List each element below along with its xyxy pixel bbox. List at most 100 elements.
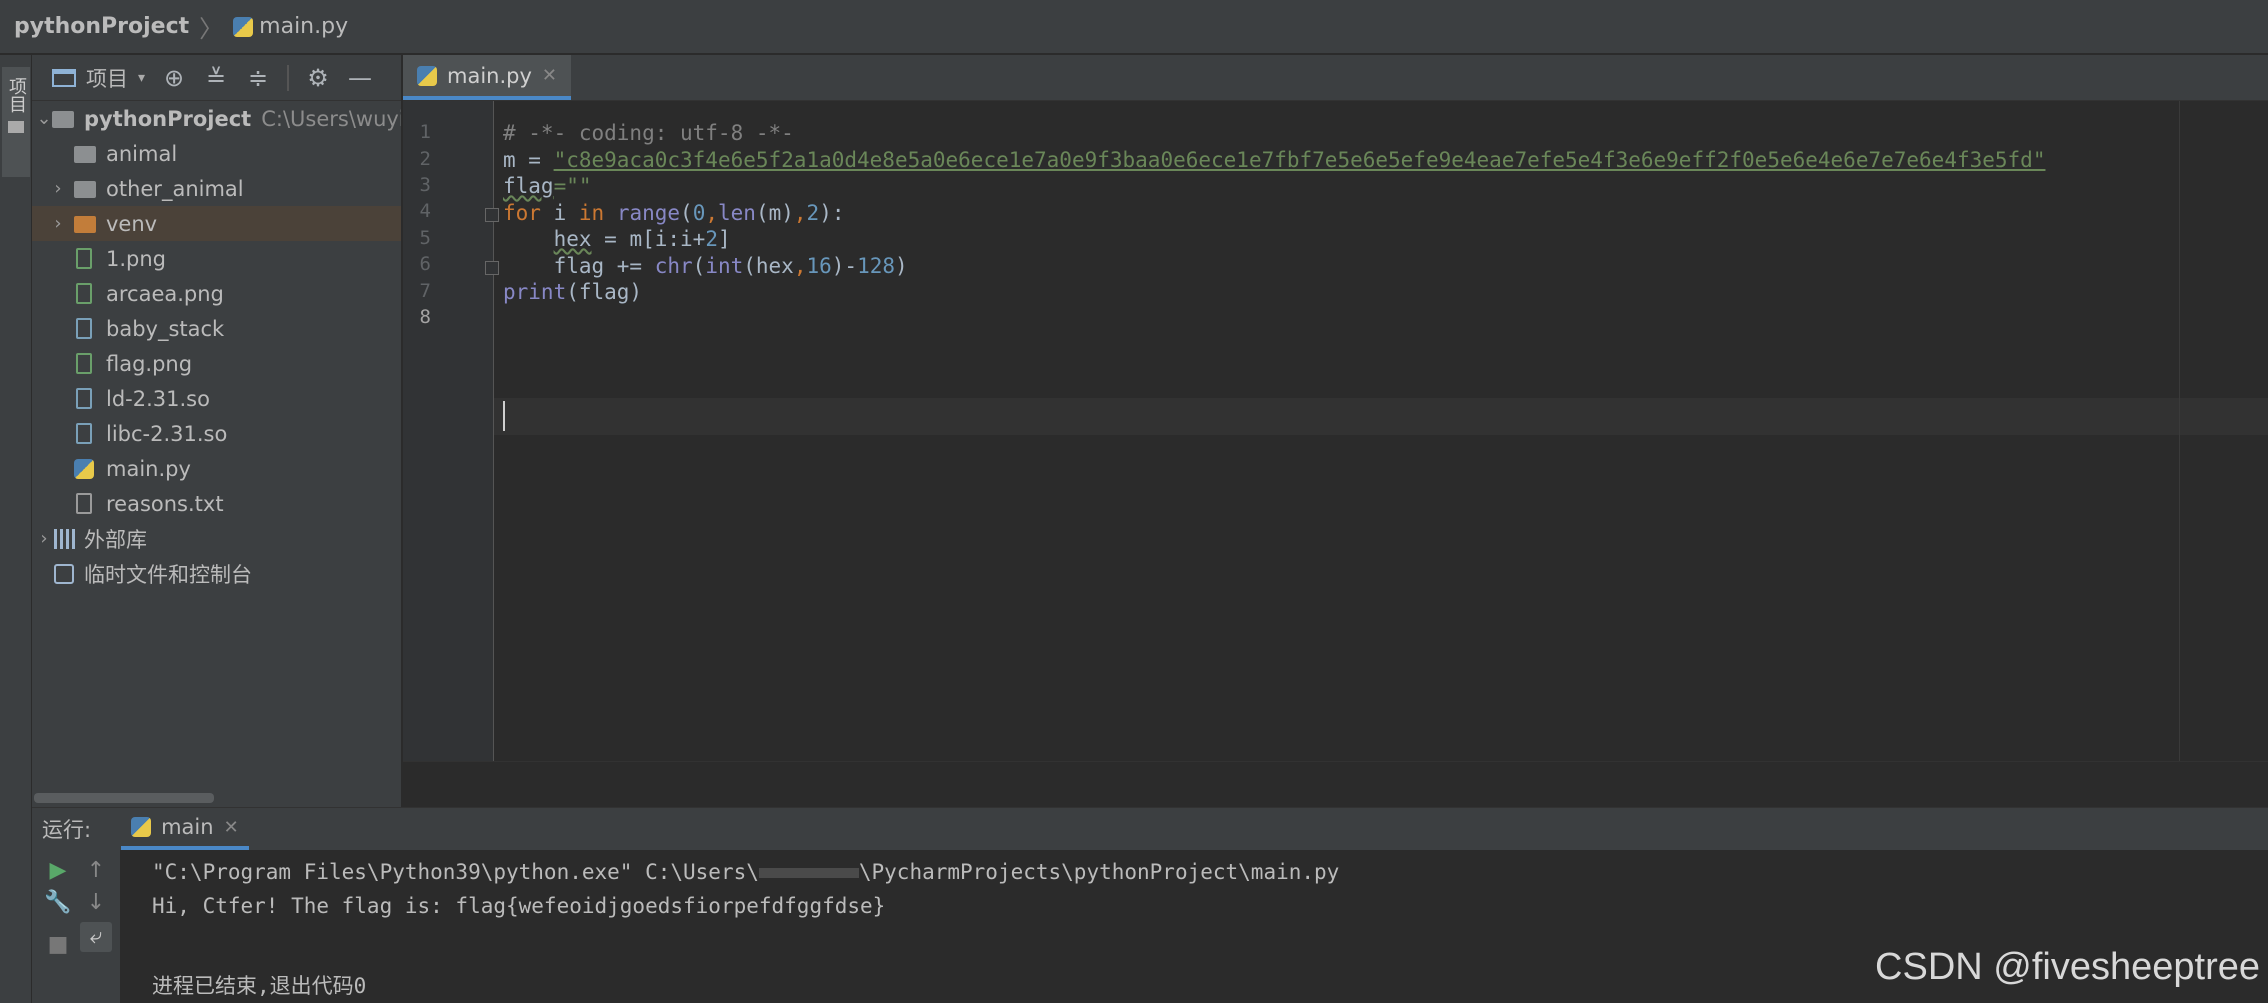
line-number: 4 [419,200,431,222]
tree-item-flag-png[interactable]: flag.png [32,346,401,381]
tree-item-reasons-txt[interactable]: reasons.txt [32,486,401,521]
code-keyword: in [578,201,605,225]
tree-item-label: libc-2.31.so [106,421,228,446]
breadcrumb-project[interactable]: pythonProject [14,14,189,39]
python-icon [131,817,152,837]
project-tool-tab[interactable]: 项目 [2,67,30,177]
locate-file-icon[interactable]: ⊕ [161,64,187,92]
tree-item-main-py[interactable]: main.py [32,451,401,486]
code-text: (m) [755,201,794,225]
code-builtin: print [503,280,567,304]
soft-wrap-icon[interactable]: ⤶ [80,922,112,952]
tree-item-pythonproject[interactable]: ⌄ pythonProject C:\Users\wuyi [32,101,402,136]
chevron-right-icon[interactable]: › [48,178,68,199]
tree-item-external-libraries[interactable]: › 外部库 [32,521,401,556]
code-number: 128 [857,254,896,278]
toolbar-divider [287,64,290,91]
tree-item-1-png[interactable]: 1.png [32,241,401,276]
tree-item-arcaea-png[interactable]: arcaea.png [32,276,401,311]
unknown-file-icon [76,388,92,409]
dropdown-arrow-icon: ▾ [138,69,146,86]
collapse-all-icon[interactable]: ≑ [245,64,271,92]
python-file-icon [417,65,437,86]
line-number-gutter: 1 2 3 4 5 6 7 8 [403,101,493,807]
code-comma: , [793,254,807,278]
fold-marker-icon[interactable] [485,261,499,275]
run-header: 运行: main ✕ [32,808,2268,850]
code-builtin: range [616,201,681,225]
code-text: ( [680,201,693,225]
image-file-icon [76,353,92,374]
console-text: \PycharmProjects\pythonProject\main.py [858,860,1340,884]
tree-item-label: reasons.txt [106,491,224,516]
wrench-icon[interactable]: 🔧 [42,888,74,918]
code-line-6[interactable]: flag += chr(int(hex,16)-128) [503,254,908,278]
breadcrumb-file-label: main.py [259,14,349,39]
code-builtin: int [705,254,744,278]
tree-item-label: venv [106,211,158,236]
line-number-current: 8 [419,306,431,328]
watermark: CSDN @fivesheeptree [1875,946,2260,988]
rerun-icon[interactable]: ▶ [42,856,74,886]
expand-all-icon[interactable]: ≚ [203,64,229,92]
line-number: 2 [419,148,431,170]
run-tab-main[interactable]: main ✕ [121,808,249,850]
run-panel: 运行: main ✕ ▶ ↑ 🔧 ↓ ■ ⤶ "C:\Program Files… [32,807,2268,1003]
code-text: = m[i:i+ [591,227,706,251]
project-tool-tab-label: 项目 [6,77,27,113]
tree-item-libc-so[interactable]: libc-2.31.so [32,416,401,451]
code-string: "c8e9aca0c3f4e6e5f2a1a0d4e8e5a0e6ece1e7a… [553,148,2046,172]
tree-item-venv[interactable]: › venv [32,206,401,241]
project-tree: ⌄ pythonProject C:\Users\wuyi animal › ot… [32,101,402,591]
code-line-4[interactable]: for i in range(0,len(m),2): [503,201,845,225]
hide-panel-icon[interactable]: — [347,64,373,92]
chevron-right-icon[interactable]: › [34,528,54,549]
console-command-line: "C:\Program Files\Python39\python.exe" C… [152,860,1339,884]
tree-item-baby-stack[interactable]: baby_stack [32,311,401,346]
code-number: 2 [806,201,820,225]
line-number: 7 [419,280,431,302]
code-line-7[interactable]: print(flag) [503,280,642,304]
tree-item-scratches[interactable]: 临时文件和控制台 [32,556,401,591]
gear-icon[interactable]: ⚙ [305,64,331,92]
folder-icon [74,181,96,198]
code-identifier: flag [503,174,554,198]
close-icon[interactable]: ✕ [224,817,239,838]
library-icon [54,528,76,549]
python-file-icon [233,16,254,37]
code-line-2[interactable]: m = "c8e9aca0c3f4e6e5f2a1a0d4e8e5a0e6ece… [503,148,2045,172]
chevron-down-icon[interactable]: ⌄ [34,108,54,129]
line-number: 6 [419,253,431,275]
project-view-selector[interactable]: 项目 ▾ [52,63,145,93]
stop-icon[interactable]: ■ [42,930,74,960]
code-comment: # -*- coding: utf-8 -*- [503,121,794,145]
code-identifier: hex [553,227,592,251]
scroll-down-icon[interactable]: ↓ [80,888,112,918]
code-number: 0 [692,201,706,225]
folder-icon [52,111,74,128]
chevron-right-icon[interactable]: › [48,213,68,234]
python-file-icon [74,458,94,479]
tree-item-other-animal[interactable]: › other_animal [32,171,401,206]
code-line-1[interactable]: # -*- coding: utf-8 -*- [503,121,794,145]
right-margin-guide [2179,101,2180,761]
editor-bottom-strip [403,761,2268,807]
code-line-5[interactable]: hex = m[i:i+2] [503,227,731,251]
tree-item-animal[interactable]: animal [32,136,401,171]
code-line-3[interactable]: flag="" [503,174,592,198]
gutter-divider [493,101,494,761]
tree-item-label: 临时文件和控制台 [84,562,252,587]
tab-main-py[interactable]: main.py ✕ [403,55,571,100]
scroll-up-icon[interactable]: ↑ [80,856,112,886]
fold-marker-icon[interactable] [485,208,499,222]
code-text: )- [831,254,858,278]
run-tab-label: main [161,815,214,839]
breadcrumb-file[interactable]: main.py [233,14,348,39]
breadcrumb-separator-icon: 〉 [199,15,224,43]
console-text: "C:\Program Files\Python39\python.exe" C… [152,860,759,884]
close-icon[interactable]: ✕ [542,65,557,86]
project-path: C:\Users\wuyi [261,106,402,131]
horizontal-scrollbar[interactable] [34,793,214,803]
tree-item-ld-so[interactable]: ld-2.31.so [32,381,401,416]
